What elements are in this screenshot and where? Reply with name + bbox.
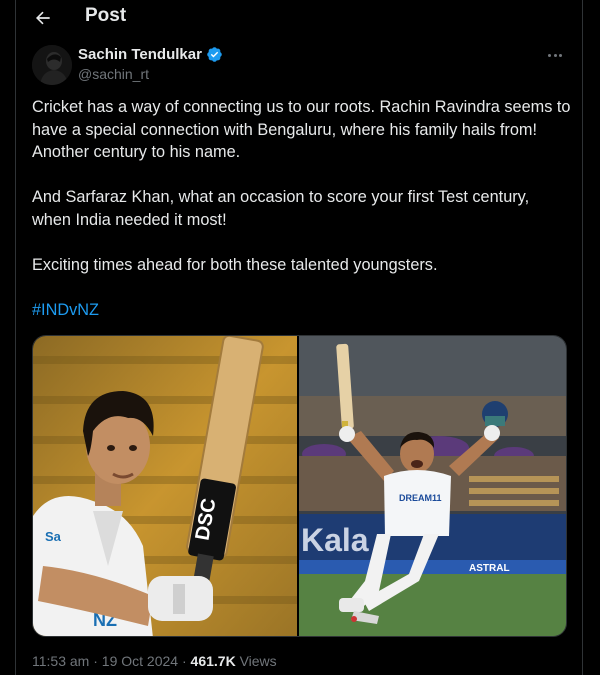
views-label: Views bbox=[239, 653, 277, 669]
author-name-row: Sachin Tendulkar bbox=[78, 46, 223, 63]
views-count: 461.7K bbox=[190, 653, 236, 669]
jersey-text: DREAM11 bbox=[399, 493, 442, 503]
post-metadata: 11:53 am · 19 Oct 2024 · 461.7K Views bbox=[32, 653, 277, 669]
back-button[interactable] bbox=[32, 7, 54, 29]
author-name[interactable]: Sachin Tendulkar bbox=[78, 46, 202, 63]
post-time[interactable]: 11:53 am bbox=[32, 653, 89, 669]
board-text: Kala bbox=[301, 522, 369, 558]
photo-rachin-ravindra[interactable]: DSC Sa NZ bbox=[33, 336, 297, 636]
meta-separator: · bbox=[93, 653, 98, 669]
post-text: Cricket has a way of connecting us to ou… bbox=[32, 96, 572, 322]
post-paragraph: And Sarfaraz Khan, what an occasion to s… bbox=[32, 188, 530, 229]
banner-text: ASTRAL bbox=[469, 563, 510, 574]
meta-separator: · bbox=[181, 653, 187, 669]
post-paragraph: Exciting times ahead for both these tale… bbox=[32, 256, 438, 275]
verified-badge-icon bbox=[207, 47, 222, 62]
svg-text:Sa: Sa bbox=[45, 529, 62, 544]
media-grid: DSC Sa NZ Kala ASTRAL DREAM11 bbox=[32, 335, 567, 637]
post-detail-panel: Post Sachin Tendulkar @sachin_rt Cricket… bbox=[15, 0, 583, 675]
page-title: Post bbox=[85, 5, 127, 26]
photo-sarfaraz-khan[interactable]: Kala ASTRAL DREAM11 bbox=[299, 336, 566, 636]
more-options-button[interactable] bbox=[544, 46, 566, 64]
author-handle[interactable]: @sachin_rt bbox=[78, 66, 149, 82]
top-bar: Post bbox=[16, 0, 582, 36]
more-dots-icon bbox=[548, 53, 551, 57]
arrow-left-icon bbox=[36, 11, 50, 25]
post-paragraph: Cricket has a way of connecting us to ou… bbox=[32, 98, 571, 162]
hashtag-link[interactable]: #INDvNZ bbox=[32, 301, 99, 319]
post-date[interactable]: 19 Oct 2024 bbox=[102, 653, 178, 669]
avatar[interactable] bbox=[32, 45, 72, 85]
